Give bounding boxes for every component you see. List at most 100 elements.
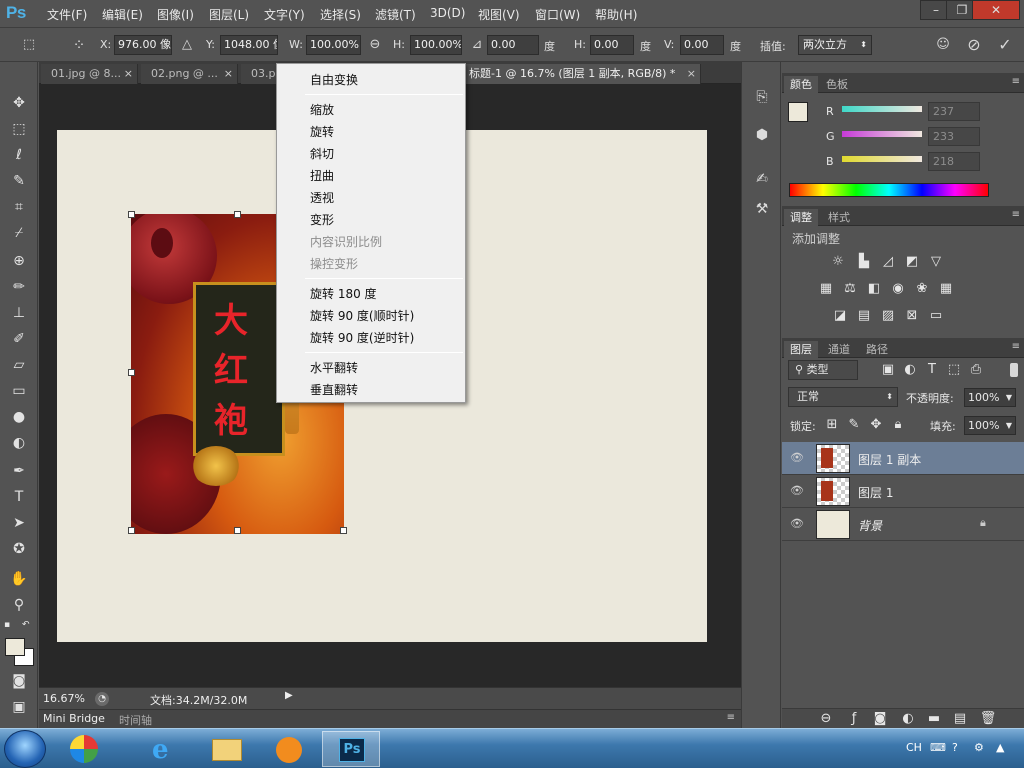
screen-mode-icon[interactable]: ▣ (7, 696, 31, 718)
foreground-swatch[interactable] (788, 102, 808, 122)
eraser-tool-icon[interactable]: ▱ (7, 354, 31, 376)
tab-untitled-1[interactable]: 标题-1 @ 16.7% (图层 1 副本, RGB/8) * × (466, 64, 701, 84)
width-field[interactable]: 100.00% (306, 35, 361, 55)
transform-handle-tl[interactable] (128, 211, 135, 218)
transform-tool-icon[interactable]: ⬚ (20, 36, 38, 54)
close-icon[interactable]: × (124, 64, 133, 84)
lock-all-icon[interactable]: 🔒︎ (888, 416, 908, 434)
r-slider[interactable] (842, 106, 922, 112)
menu-flip-vertical[interactable]: 垂直翻转 (310, 381, 358, 398)
exposure-icon[interactable]: ◩ (902, 253, 922, 271)
tool-presets-icon[interactable]: ⚒ (751, 198, 773, 220)
layer-row[interactable]: 👁︎ 图层 1 (782, 475, 1024, 508)
new-group-icon[interactable]: ▬ (924, 710, 944, 728)
filter-smart-object-icon[interactable]: ⎙ (966, 361, 986, 379)
trash-icon[interactable]: 🗑︎ (978, 710, 998, 728)
menu-file[interactable]: 文件(F) (47, 6, 87, 23)
brightness-icon[interactable]: ☼ (828, 253, 848, 271)
new-adjustment-icon[interactable]: ◐ (898, 710, 918, 728)
gradient-tool-icon[interactable]: ▭ (7, 380, 31, 402)
swap-colors-icon[interactable]: ↶ (22, 620, 34, 630)
photo-filter-icon[interactable]: ◉ (888, 280, 908, 298)
healing-brush-icon[interactable]: ⊕ (7, 250, 31, 272)
3d-panel-icon[interactable]: ⬢ (751, 124, 773, 146)
r-value-field[interactable]: 237 (928, 102, 980, 121)
move-tool-icon[interactable]: ✥ (7, 92, 31, 114)
threshold-icon[interactable]: ▨ (878, 307, 898, 325)
relative-position-icon[interactable]: △ (178, 36, 196, 54)
menu-type[interactable]: 文字(Y) (264, 6, 305, 23)
blend-mode-select[interactable]: 正常 ⬍ (788, 387, 898, 407)
tab-paths[interactable]: 路径 (860, 341, 894, 358)
eyedropper-tool-icon[interactable]: ⌿ (7, 222, 31, 244)
close-button[interactable]: ✕ (972, 0, 1020, 20)
transform-handle-ml[interactable] (128, 369, 135, 376)
settings-icon[interactable]: ⚙ (974, 741, 984, 754)
channel-mixer-icon[interactable]: ❀ (912, 280, 932, 298)
g-slider[interactable] (842, 131, 922, 137)
menu-rotate[interactable]: 旋转 (310, 123, 334, 140)
default-colors-icon[interactable]: ▪ (4, 620, 14, 630)
filter-toggle[interactable] (1010, 363, 1018, 377)
close-icon[interactable]: × (224, 64, 233, 84)
filter-pixel-icon[interactable]: ▣ (878, 361, 898, 379)
photoshop-taskbar-icon[interactable]: Ps (322, 731, 380, 767)
transform-handle-bc[interactable] (234, 527, 241, 534)
keyboard-icon[interactable]: ⌨ (930, 741, 946, 754)
b-slider[interactable] (842, 156, 922, 162)
gradient-map-icon[interactable]: ▭ (926, 307, 946, 325)
menu-perspective[interactable]: 透视 (310, 189, 334, 206)
fill-field[interactable]: 100% ▼ (964, 416, 1016, 435)
menu-help[interactable]: 帮助(H) (595, 6, 637, 23)
zoom-level[interactable]: 16.67% (43, 692, 85, 705)
layer-filter-select[interactable]: ⚲ 类型 (788, 360, 858, 380)
foreground-color-swatch[interactable] (5, 638, 25, 656)
lock-image-icon[interactable]: ✎ (844, 416, 864, 434)
marquee-tool-icon[interactable]: ⬚ (7, 118, 31, 140)
black-white-icon[interactable]: ◧ (864, 280, 884, 298)
menu-rotate-180[interactable]: 旋转 180 度 (310, 285, 377, 302)
interpolation-select[interactable]: 两次立方 ⬍ (798, 35, 872, 55)
menu-rotate-90-ccw[interactable]: 旋转 90 度(逆时针) (310, 329, 414, 346)
fx-icon[interactable]: ƒ (844, 710, 864, 728)
filter-type-icon[interactable]: T (922, 361, 942, 379)
menu-select[interactable]: 选择(S) (320, 6, 361, 23)
start-button[interactable] (4, 730, 46, 768)
zoom-tool-icon[interactable]: ⚲ (7, 594, 31, 616)
panel-menu-icon[interactable]: ≡ (1012, 209, 1020, 220)
color-lookup-icon[interactable]: ▦ (936, 280, 956, 298)
file-explorer-icon[interactable] (200, 731, 252, 767)
hskew-field[interactable]: 0.00 (590, 35, 634, 55)
menu-layer[interactable]: 图层(L) (209, 6, 249, 23)
panel-menu-icon[interactable]: ≡ (727, 712, 735, 723)
menu-distort[interactable]: 扭曲 (310, 167, 334, 184)
tab-styles[interactable]: 样式 (822, 209, 856, 226)
color-balance-icon[interactable]: ⚖ (840, 280, 860, 298)
menu-flip-horizontal[interactable]: 水平翻转 (310, 359, 358, 376)
type-tool-icon[interactable]: T (7, 486, 31, 508)
color-spectrum-bar[interactable] (789, 183, 989, 197)
commit-transform-icon[interactable]: ✓ (996, 36, 1014, 54)
menu-free-transform[interactable]: 自由变换 (310, 71, 358, 88)
internet-explorer-icon[interactable]: e (138, 731, 190, 767)
b-value-field[interactable]: 218 (928, 152, 980, 171)
levels-icon[interactable]: ▙ (854, 253, 874, 271)
eye-icon[interactable]: 👁︎ (789, 517, 805, 531)
media-player-icon[interactable] (262, 731, 314, 767)
warp-mode-icon[interactable]: ☺ (934, 36, 952, 54)
selective-color-icon[interactable]: ⊠ (902, 307, 922, 325)
path-select-tool-icon[interactable]: ➤ (7, 512, 31, 534)
tab-timeline[interactable]: 时间轴 (119, 712, 152, 728)
menu-edit[interactable]: 编辑(E) (102, 6, 143, 23)
layer-row[interactable]: 👁︎ 背景 🔒︎ (782, 508, 1024, 541)
blur-tool-icon[interactable]: ● (7, 406, 31, 428)
show-hidden-icons[interactable]: ▲ (996, 741, 1004, 754)
posterize-icon[interactable]: ▤ (854, 307, 874, 325)
history-panel-icon[interactable]: ⎘ (751, 86, 773, 108)
tab-mini-bridge[interactable]: Mini Bridge (43, 712, 105, 725)
library-app-icon[interactable] (58, 731, 110, 767)
curves-icon[interactable]: ◿ (878, 253, 898, 271)
hand-tool-icon[interactable]: ✋ (7, 568, 31, 590)
menu-window[interactable]: 窗口(W) (535, 6, 580, 23)
layer-row[interactable]: 👁︎ 图层 1 副本 (782, 442, 1024, 475)
